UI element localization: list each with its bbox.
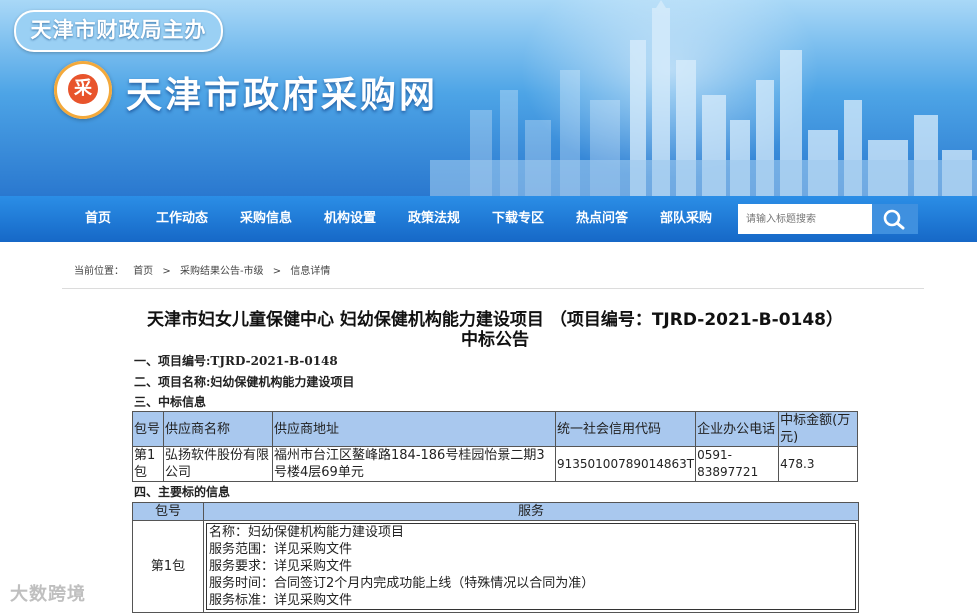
th-award-amount: 中标金额(万元)	[778, 411, 859, 447]
cell-service: 名称：妇幼保健机构能力建设项目 服务范围：详见采购文件 服务要求：详见采购文件 …	[203, 520, 859, 613]
section-project-name: 二、项目名称:妇幼保健机构能力建设项目	[134, 375, 355, 389]
nav-institutions[interactable]: 机构设置	[316, 196, 384, 242]
section-award-info: 三、中标信息	[134, 395, 207, 409]
service-details: 名称：妇幼保健机构能力建设项目 服务范围：详见采购文件 服务要求：详见采购文件 …	[206, 523, 856, 610]
main-items-header: 包号 服务	[132, 502, 859, 521]
sponsor-badge: 天津市财政局主办	[14, 10, 223, 52]
cell-package: 第1包	[132, 446, 164, 482]
nav-policies[interactable]: 政策法规	[400, 196, 468, 242]
service-line: 服务时间：合同签订2个月内完成功能上线（特殊情况以合同为准）	[209, 576, 595, 591]
cell-package: 第1包	[132, 520, 204, 613]
award-table-header: 包号 供应商名称 供应商地址 统一社会信用代码 企业办公电话 中标金额(万元)	[132, 411, 859, 447]
magnifier-icon	[883, 209, 905, 230]
search-input[interactable]	[738, 204, 872, 234]
th-supplier-name: 供应商名称	[163, 411, 273, 447]
city-skyline-image	[430, 0, 977, 196]
th-credit-code: 统一社会信用代码	[554, 411, 697, 447]
cell-credit-code: 91350100789014863T	[554, 446, 697, 482]
service-line: 服务范围：详见采购文件	[209, 542, 353, 557]
nav-downloads[interactable]: 下载专区	[484, 196, 552, 242]
search-button[interactable]	[872, 204, 918, 234]
cell-office-phone: 0591-83897721	[695, 446, 780, 482]
government-procurement-logo-icon: 采	[54, 61, 112, 119]
cell-supplier-address: 福州市台江区鳌峰路184-186号桂园怡景二期3号楼4层69单元	[272, 446, 556, 482]
th-supplier-address: 供应商地址	[272, 411, 556, 447]
service-line: 服务标准：详见采购文件	[209, 593, 353, 608]
site-banner: 天津市财政局主办 采 天津市政府采购网	[0, 0, 977, 196]
breadcrumb-home[interactable]: 首页	[133, 266, 153, 277]
cell-supplier-name: 弘扬软件股份有限公司	[163, 446, 273, 482]
breadcrumb-prefix: 当前位置：	[74, 266, 124, 277]
service-line: 服务要求：详见采购文件	[209, 559, 353, 574]
table-row: 第1包 名称：妇幼保健机构能力建设项目 服务范围：详见采购文件 服务要求：详见采…	[132, 520, 859, 613]
th-package: 包号	[132, 502, 204, 521]
nav-military-procurement[interactable]: 部队采购	[652, 196, 720, 242]
nav-work-news[interactable]: 工作动态	[148, 196, 216, 242]
section-main-items: 四、主要标的信息	[134, 485, 231, 499]
section-project-number: 一、项目编号:TJRD-2021-B-0148	[134, 354, 338, 368]
award-table: 包号 供应商名称 供应商地址 统一社会信用代码 企业办公电话 中标金额(万元) …	[132, 411, 859, 482]
cell-award-amount: 478.3	[778, 446, 859, 482]
breadcrumb: 当前位置： 首页 > 采购结果公告-市级 > 信息详情	[74, 262, 336, 277]
main-items-table: 包号 服务 第1包 名称：妇幼保健机构能力建设项目 服务范围：详见采购文件 服务…	[132, 502, 859, 613]
watermark-text: 大数跨境	[10, 584, 86, 605]
announcement-title: 天津市妇女儿童保健中心 妇幼保健机构能力建设项目 （项目编号：TJRD-2021…	[146, 310, 844, 350]
breadcrumb-separator: >	[162, 266, 171, 277]
th-package: 包号	[132, 411, 164, 447]
breadcrumb-separator: >	[272, 266, 282, 277]
nav-procurement-info[interactable]: 采购信息	[232, 196, 300, 242]
breadcrumb-results[interactable]: 采购结果公告-市级	[180, 266, 264, 277]
content-divider	[62, 288, 924, 289]
th-service: 服务	[203, 502, 859, 521]
logo-char: 采	[68, 74, 98, 104]
table-row: 第1包 弘扬软件股份有限公司 福州市台江区鳌峰路184-186号桂园怡景二期3号…	[132, 446, 859, 482]
nav-faq[interactable]: 热点问答	[568, 196, 636, 242]
nav-home[interactable]: 首页	[72, 196, 124, 242]
site-title: 天津市政府采购网	[126, 75, 439, 116]
breadcrumb-current: 信息详情	[290, 266, 331, 277]
service-line: 名称：妇幼保健机构能力建设项目	[209, 525, 405, 540]
th-office-phone: 企业办公电话	[695, 411, 780, 447]
